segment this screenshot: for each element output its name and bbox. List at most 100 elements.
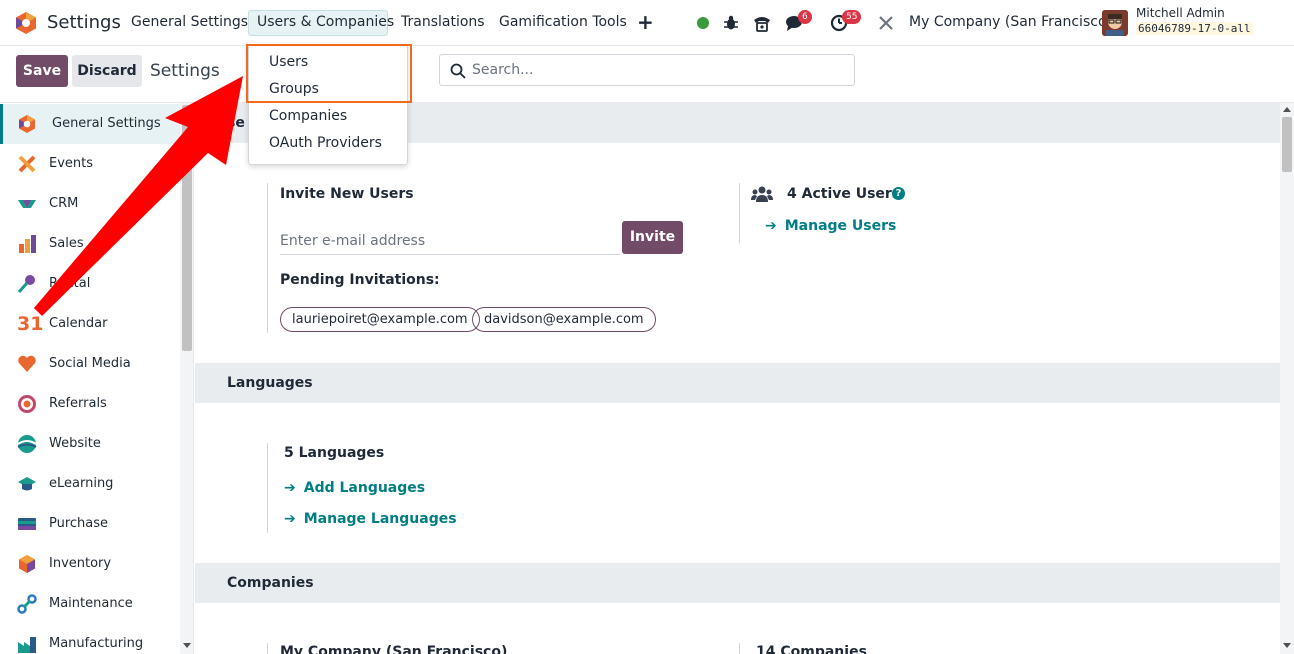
search-icon [450, 63, 466, 79]
invite-button[interactable]: Invite [622, 221, 683, 254]
sidebar-item-label: General Settings [52, 116, 161, 131]
manage-languages-link[interactable]: ➔ Manage Languages [284, 511, 457, 527]
settings-content: se Invite New Users Invite Pending Invit… [195, 103, 1280, 654]
divider [267, 443, 268, 533]
divider [739, 183, 740, 243]
events-icon [18, 155, 36, 173]
chat-badge: 6 [798, 10, 812, 24]
avatar-image [1102, 10, 1128, 36]
menu-translations[interactable]: Translations [401, 14, 485, 30]
status-dot-icon[interactable] [696, 16, 710, 30]
divider [267, 643, 268, 654]
divider [267, 183, 268, 333]
maintenance-icon [17, 594, 37, 614]
pending-invitation-chip[interactable]: davidson@example.com [472, 307, 656, 332]
sidebar-item-rental[interactable]: Rental [0, 264, 180, 304]
tools-icon[interactable] [877, 14, 895, 32]
user-avatar[interactable] [1102, 10, 1128, 36]
highlight-box [246, 44, 412, 103]
discard-button[interactable]: Discard [72, 55, 142, 87]
sidebar-item-label: Rental [49, 276, 91, 291]
sales-icon [19, 235, 36, 253]
sidebar-item-label: Social Media [49, 356, 131, 371]
main-scrollbar[interactable] [1280, 103, 1294, 654]
users-section-title: se [227, 115, 245, 131]
sidebar-item-website[interactable]: Website [0, 424, 180, 464]
general-settings-icon [19, 115, 35, 133]
pending-invitation-chip[interactable]: lauriepoiret@example.com [280, 307, 480, 332]
help-icon[interactable]: ? [892, 187, 905, 200]
sidebar-item-inventory[interactable]: Inventory [0, 544, 180, 584]
rental-icon [17, 275, 35, 293]
sidebar-item-maintenance[interactable]: Maintenance [0, 584, 180, 624]
add-languages-link[interactable]: ➔ Add Languages [284, 480, 425, 496]
sidebar-item-social-media[interactable]: Social Media [0, 344, 180, 384]
save-button[interactable]: Save [16, 55, 68, 87]
sidebar-scrollbar[interactable] [180, 103, 193, 654]
sidebar-item-calendar[interactable]: 31 Calendar [0, 304, 180, 344]
app-name[interactable]: Settings [47, 12, 121, 33]
calendar-icon: 31 [17, 313, 44, 335]
sidebar-item-label: Events [49, 156, 94, 171]
sidebar-item-crm[interactable]: CRM [0, 184, 180, 224]
menu-general-settings[interactable]: General Settings [131, 14, 248, 30]
sidebar-item-sales[interactable]: Sales [0, 224, 180, 264]
arrow-right-icon: ➔ [284, 511, 296, 527]
manage-languages-label: Manage Languages [303, 511, 457, 527]
menu-users-companies[interactable]: Users & Companies [248, 10, 394, 36]
sidebar-item-referrals[interactable]: Referrals [0, 384, 180, 424]
menu-gamification-tools[interactable]: Gamification Tools [499, 14, 627, 30]
bug-icon[interactable] [722, 14, 740, 32]
sidebar-item-events[interactable]: Events [0, 144, 180, 184]
sidebar-item-manufacturing[interactable]: Manufacturing [0, 624, 180, 654]
arrow-right-icon: ➔ [284, 480, 296, 496]
search-bar[interactable] [439, 54, 855, 86]
scroll-down-icon[interactable] [183, 643, 191, 649]
top-navbar: Settings General Settings Users & Compan… [0, 0, 1294, 46]
languages-section-title: Languages [227, 375, 313, 391]
manage-users-link[interactable]: ➔ Manage Users [765, 218, 896, 234]
sidebar-item-label: Website [49, 436, 101, 451]
invite-title: Invite New Users [280, 186, 414, 202]
main-scroll-thumb[interactable] [1282, 117, 1292, 172]
users-icon [751, 186, 773, 202]
purchase-icon [18, 518, 36, 530]
sidebar-item-purchase[interactable]: Purchase [0, 504, 180, 544]
dropdown-item-oauth-providers[interactable]: OAuth Providers [269, 135, 382, 151]
sidebar-item-label: Inventory [49, 556, 112, 571]
sidebar-item-label: Maintenance [49, 596, 133, 611]
search-input[interactable] [472, 55, 842, 85]
active-users-count: 4 Active Users [787, 186, 901, 202]
social-media-icon [18, 355, 36, 372]
sidebar-item-general-settings[interactable]: General Settings [0, 104, 180, 144]
sidebar-scroll-thumb[interactable] [182, 105, 192, 351]
languages-count: 5 Languages [284, 445, 385, 461]
phone-icon[interactable] [751, 12, 773, 34]
plus-icon[interactable]: + [637, 10, 654, 34]
sidebar-item-label: Purchase [49, 516, 109, 531]
companies-section-title: Companies [227, 575, 314, 591]
companies-count: 14 Companies [756, 644, 867, 654]
arrow-right-icon: ➔ [765, 218, 777, 234]
elearning-icon [18, 477, 36, 491]
activity-badge: 55 [842, 10, 862, 24]
sidebar-item-label: Referrals [49, 396, 107, 411]
website-icon [17, 435, 37, 453]
sidebar-item-label: Calendar [49, 316, 108, 331]
company-switcher[interactable]: My Company (San Francisco) [909, 14, 1112, 30]
email-field[interactable] [280, 227, 620, 255]
user-name[interactable]: Mitchell Admin [1136, 6, 1225, 20]
scroll-down-icon[interactable] [1283, 643, 1291, 649]
manufacturing-icon [18, 637, 36, 653]
dropdown-item-companies[interactable]: Companies [269, 108, 347, 124]
languages-section-header: Languages [195, 363, 1280, 403]
sidebar-item-elearning[interactable]: eLearning [0, 464, 180, 504]
crm-icon [18, 200, 36, 208]
scroll-up-icon[interactable] [1283, 107, 1291, 113]
manage-users-label: Manage Users [784, 218, 897, 234]
database-name: 66046789-17-0-all [1136, 22, 1253, 35]
divider [739, 643, 740, 654]
referrals-icon [18, 395, 36, 413]
company-name-label: My Company (San Francisco) [280, 644, 508, 654]
settings-app-icon[interactable] [14, 11, 38, 35]
